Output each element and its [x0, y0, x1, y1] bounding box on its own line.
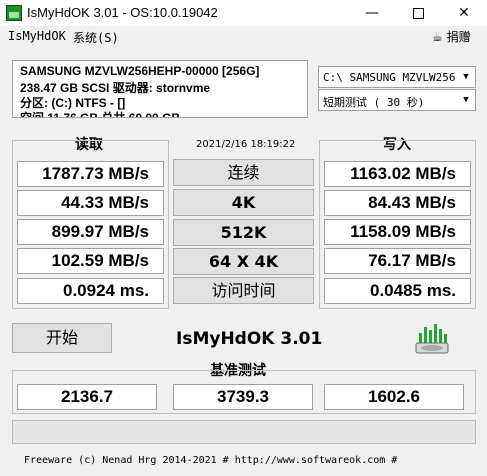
progress-bar [12, 420, 476, 444]
dropdown-arrow-icon: ▼ [463, 72, 469, 82]
benchmark-total-score: 3739.3 [173, 384, 313, 410]
start-button[interactable]: 开始 [12, 323, 112, 353]
donate-button[interactable]: ☕ 捐赠 [432, 28, 471, 45]
maximize-icon [412, 7, 424, 19]
read-4k-value: 44.33 MB/s [17, 190, 164, 216]
drive-info-box: SAMSUNG MZVLW256HEHP-00000 [256G] 238.47… [12, 60, 308, 118]
benchmark-read-score: 2136.7 [17, 384, 157, 410]
app-version: IsMyHdOK 3.01 [176, 329, 323, 349]
write-64x4k-value: 76.17 MB/s [324, 248, 471, 274]
read-seq-value: 1787.73 MB/s [17, 161, 164, 187]
drive-select[interactable]: C:\ SAMSUNG MZVLW256 ▼ [318, 66, 476, 88]
read-512k-value: 899.97 MB/s [17, 219, 164, 245]
write-seq-value: 1163.02 MB/s [324, 161, 471, 187]
drive-space: 空间 11.76 GB 总共 60.00 GB [20, 111, 181, 118]
footer-link[interactable]: Freeware (c) Nenad Hrg 2014-2021 # http:… [24, 455, 397, 466]
test-date: 2021/2/16 18:19:22 [196, 139, 296, 150]
benchmark-write-score: 1602.6 [324, 384, 464, 410]
access-time-test-button[interactable]: 访问时间 [173, 277, 314, 304]
write-access-time-value: 0.0485 ms. [324, 278, 471, 304]
app-icon [6, 5, 22, 21]
menu-app[interactable]: IsMyHdOK [8, 29, 66, 43]
sequential-test-button[interactable]: 连续 [173, 159, 314, 186]
dropdown-arrow-icon: ▼ [463, 95, 469, 105]
window-title: IsMyHdOK 3.01 - OS:10.0.19042 [27, 5, 218, 20]
test-duration-select[interactable]: 短期测试 ( 30 秒) ▼ [318, 89, 476, 111]
close-button[interactable]: ✕ [441, 0, 487, 26]
hdd-logo-icon [415, 324, 449, 354]
maximize-button[interactable] [395, 0, 441, 26]
write-4k-value: 84.43 MB/s [324, 190, 471, 216]
64x4k-test-button[interactable]: 64 X 4K [173, 248, 314, 275]
read-64x4k-value: 102.59 MB/s [17, 248, 164, 274]
test-duration-value: 短期测试 ( 30 秒) [323, 96, 425, 109]
read-access-time-value: 0.0924 ms. [17, 278, 164, 304]
4k-test-button[interactable]: 4K [173, 189, 314, 216]
512k-test-button[interactable]: 512K [173, 219, 314, 246]
write-512k-value: 1158.09 MB/s [324, 219, 471, 245]
minimize-button[interactable]: — [349, 0, 395, 26]
menu-system[interactable]: 系统(S) [73, 29, 119, 46]
drive-select-value: C:\ SAMSUNG MZVLW256 [323, 71, 455, 84]
drive-model: SAMSUNG MZVLW256HEHP-00000 [256G] [20, 64, 260, 78]
donate-label: 捐赠 [446, 30, 471, 44]
coffee-icon: ☕ [432, 30, 443, 44]
